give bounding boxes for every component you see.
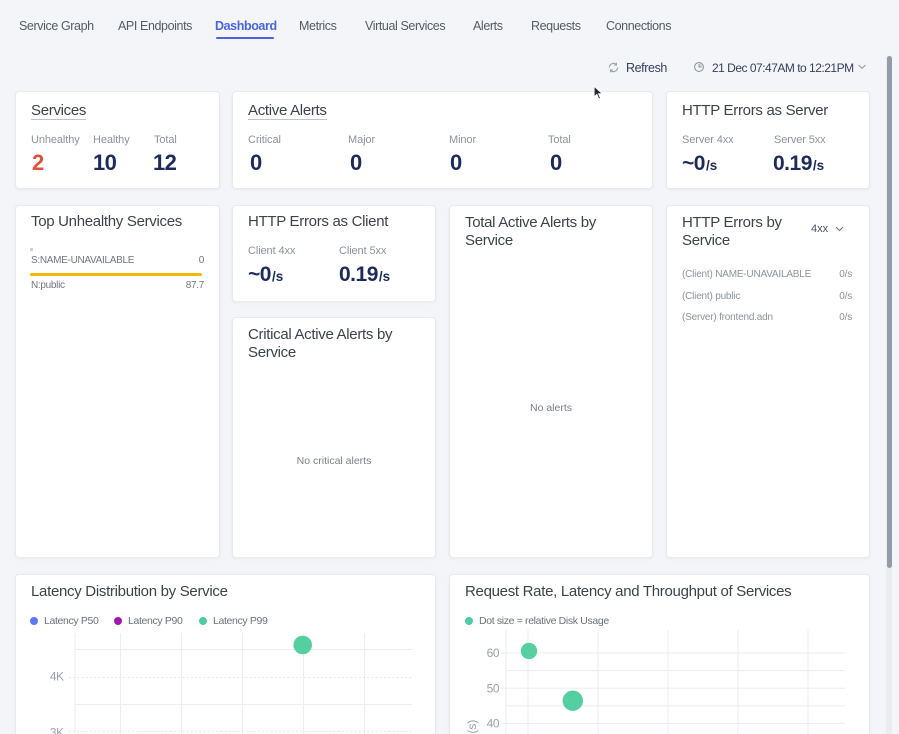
svg-text:50: 50 xyxy=(487,681,500,695)
svg-text:3K: 3K xyxy=(50,726,64,734)
svg-text:Latency (s): Latency (s) xyxy=(465,720,479,734)
svg-text:60: 60 xyxy=(487,646,500,660)
svg-text:40: 40 xyxy=(487,717,500,731)
svg-text:4K: 4K xyxy=(50,670,64,684)
